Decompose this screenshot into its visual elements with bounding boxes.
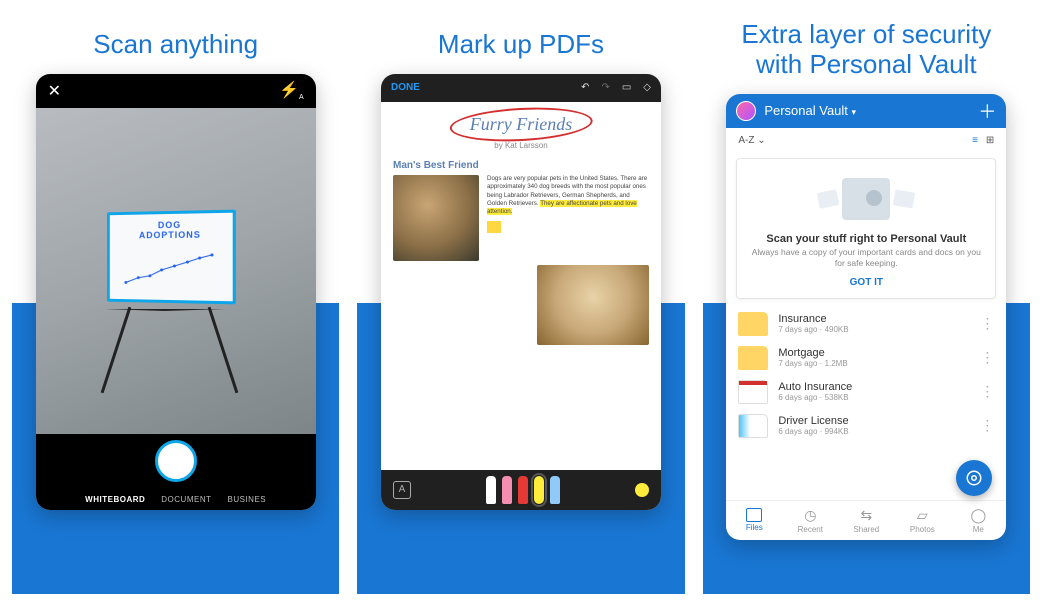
scan-footer: WHITEBOARD DOCUMENT BUSINES bbox=[36, 434, 316, 510]
add-button[interactable]: ＋ bbox=[978, 98, 996, 124]
folder-icon bbox=[738, 346, 768, 370]
pdf-doc-title: Furry Friends bbox=[456, 112, 587, 137]
done-button[interactable]: DONE bbox=[391, 82, 420, 93]
chevron-down-icon: ▾ bbox=[852, 107, 857, 117]
pen-yellow[interactable] bbox=[534, 476, 544, 504]
pen-red[interactable] bbox=[518, 476, 528, 504]
tab-photos[interactable]: ▱Photos bbox=[894, 501, 950, 540]
pdf-section-heading: Man's Best Friend bbox=[393, 160, 649, 171]
pen-palette bbox=[486, 476, 560, 504]
panel-pdf: Mark up PDFs DONE ↶ ↷ ▭ ◇ Furry Friends … bbox=[357, 12, 684, 594]
whiteboard: DOG ADOPTIONS bbox=[107, 209, 236, 304]
phone-mockup-vault: Personal Vault ▾ ＋ A-Z ⌄ ≡ ⊞ Scan your s… bbox=[726, 94, 1006, 540]
vault-promo-card: Scan your stuff right to Personal Vault … bbox=[736, 158, 996, 299]
panel-title: Scan anything bbox=[12, 12, 339, 74]
phone-mockup-pdf: DONE ↶ ↷ ▭ ◇ Furry Friends by Kat Larsso… bbox=[381, 74, 661, 510]
grid-view-icon[interactable]: ⊞ bbox=[986, 135, 994, 146]
vault-header: Personal Vault ▾ ＋ bbox=[726, 94, 1006, 128]
phone-mockup-scan: ✕ ⚡A DOG ADOPTIONS W bbox=[36, 74, 316, 510]
sticky-note-icon[interactable] bbox=[487, 221, 501, 233]
camera-viewfinder: DOG ADOPTIONS bbox=[36, 108, 316, 434]
pen-blue[interactable] bbox=[550, 476, 560, 504]
document-icon bbox=[738, 380, 768, 404]
list-item[interactable]: Mortgage7 days ago · 1.2MB ⋮ bbox=[726, 341, 1006, 375]
dog-image-2 bbox=[537, 265, 649, 345]
scan-mode-tabs: WHITEBOARD DOCUMENT BUSINES bbox=[85, 495, 266, 504]
tab-shared[interactable]: ⇆Shared bbox=[838, 501, 894, 540]
scan-fab[interactable] bbox=[956, 460, 992, 496]
redo-icon[interactable]: ↷ bbox=[601, 82, 609, 93]
scan-top-bar: ✕ ⚡A bbox=[36, 74, 316, 108]
pdf-document[interactable]: Furry Friends by Kat Larsson Man's Best … bbox=[381, 102, 661, 470]
app-store-screenshots: Scan anything ✕ ⚡A DOG ADOPTIONS bbox=[0, 0, 1042, 606]
pen-white[interactable] bbox=[486, 476, 496, 504]
pdf-byline: by Kat Larsson bbox=[393, 141, 649, 150]
vault-title[interactable]: Personal Vault ▾ bbox=[764, 103, 856, 118]
promo-subtitle: Always have a copy of your important car… bbox=[747, 247, 985, 269]
panel-title: Extra layer of securitywith Personal Vau… bbox=[703, 12, 1030, 94]
bottom-tabbar: Files ◷Recent ⇆Shared ▱Photos ◯Me bbox=[726, 500, 1006, 540]
sort-bar: A-Z ⌄ ≡ ⊞ bbox=[726, 128, 1006, 154]
tab-recent[interactable]: ◷Recent bbox=[782, 501, 838, 540]
got-it-button[interactable]: GOT IT bbox=[747, 277, 985, 288]
pen-pink[interactable] bbox=[502, 476, 512, 504]
avatar[interactable] bbox=[736, 101, 756, 121]
panel-vault: Extra layer of securitywith Personal Vau… bbox=[703, 12, 1030, 594]
more-icon[interactable]: ⋮ bbox=[980, 383, 994, 400]
pdf-top-bar: DONE ↶ ↷ ▭ ◇ bbox=[381, 74, 661, 102]
folder-icon bbox=[738, 312, 768, 336]
pdf-toolbar: A bbox=[381, 470, 661, 510]
more-icon[interactable]: ⋮ bbox=[980, 417, 994, 434]
tab-document[interactable]: DOCUMENT bbox=[161, 495, 211, 504]
sort-dropdown[interactable]: A-Z ⌄ bbox=[738, 135, 765, 146]
undo-icon[interactable]: ↶ bbox=[581, 82, 589, 93]
tab-files[interactable]: Files bbox=[726, 501, 782, 540]
flash-icon[interactable]: ⚡A bbox=[279, 80, 304, 101]
note-icon[interactable]: ▭ bbox=[622, 82, 631, 93]
safe-illustration bbox=[747, 169, 985, 229]
chevron-down-icon: ⌄ bbox=[757, 135, 765, 146]
dog-image-1 bbox=[393, 175, 479, 261]
panel-scan: Scan anything ✕ ⚡A DOG ADOPTIONS bbox=[12, 12, 339, 594]
shutter-button[interactable] bbox=[155, 440, 197, 482]
tab-business[interactable]: BUSINES bbox=[228, 495, 267, 504]
card-icon bbox=[738, 414, 768, 438]
tab-me[interactable]: ◯Me bbox=[950, 501, 1006, 540]
more-icon[interactable]: ⋮ bbox=[980, 349, 994, 366]
more-icon[interactable]: ⋮ bbox=[980, 315, 994, 332]
panel-title: Mark up PDFs bbox=[357, 12, 684, 74]
close-icon[interactable]: ✕ bbox=[48, 81, 61, 101]
promo-title: Scan your stuff right to Personal Vault bbox=[747, 233, 985, 245]
tab-whiteboard[interactable]: WHITEBOARD bbox=[85, 495, 145, 504]
list-item[interactable]: Insurance7 days ago · 490KB ⋮ bbox=[726, 307, 1006, 341]
text-tool[interactable]: A bbox=[393, 481, 411, 499]
list-item[interactable]: Driver License6 days ago · 994KB ⋮ bbox=[726, 409, 1006, 443]
list-item[interactable]: Auto Insurance6 days ago · 538KB ⋮ bbox=[726, 375, 1006, 409]
list-view-icon[interactable]: ≡ bbox=[972, 135, 978, 146]
pdf-body-text: Dogs are very popular pets in the United… bbox=[487, 175, 649, 261]
color-picker[interactable] bbox=[635, 483, 649, 497]
eraser-icon[interactable]: ◇ bbox=[643, 82, 651, 93]
